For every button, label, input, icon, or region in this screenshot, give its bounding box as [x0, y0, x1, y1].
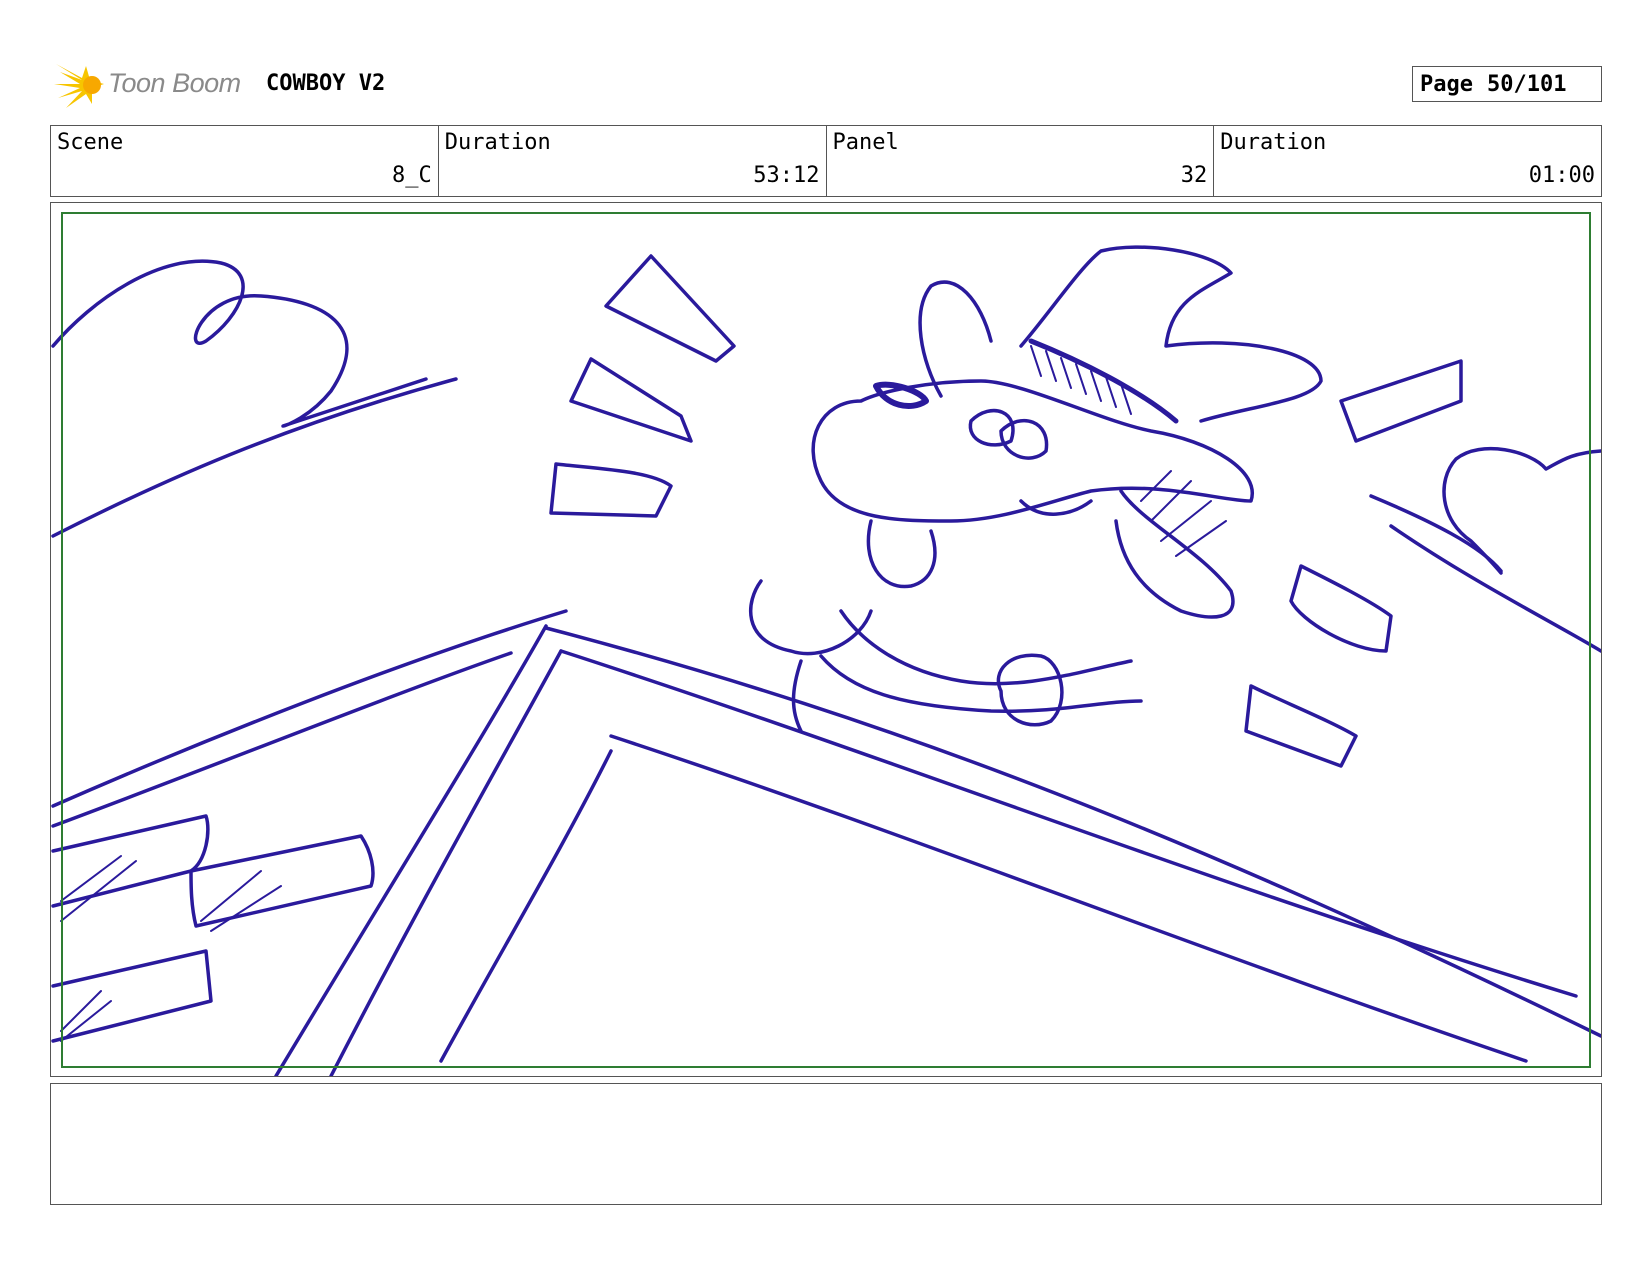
- panel-label: Panel: [832, 130, 899, 155]
- logo-text: Toon Boom: [108, 68, 241, 98]
- sketch-vent-hatch: [60, 855, 282, 1042]
- sketch-dash-6: [1244, 684, 1358, 768]
- page-indicator: Page 50/101: [1412, 66, 1602, 102]
- sketch-roof-edge-bottom: [609, 734, 1528, 1063]
- panel-value: 32: [1180, 163, 1208, 188]
- sketch-dash-2: [569, 357, 693, 443]
- scene-cell: Scene 8_C: [51, 126, 439, 196]
- page-value: 50/101: [1486, 71, 1567, 97]
- sketch-character-hat: [1019, 245, 1323, 423]
- sketch-roof-edge-left: [51, 609, 568, 808]
- sketch-vent-2: [189, 834, 375, 928]
- sketch-streak-right-2: [1389, 524, 1601, 653]
- panel-duration-cell: Duration 01:00: [1214, 126, 1601, 196]
- sketch-cloud-right: [1442, 446, 1601, 575]
- sketch-character-hand: [996, 653, 1064, 727]
- sketch-roof-edge-top-2: [559, 649, 1578, 998]
- sketch-dash-4: [1339, 359, 1463, 443]
- sketch-cloud-streak: [51, 377, 458, 538]
- sketch-character-hat-brim: [1028, 338, 1179, 424]
- starburst-icon: [54, 64, 104, 108]
- panel-duration-label: Duration: [1220, 130, 1327, 155]
- sketch-character-eye-right: [999, 419, 1049, 460]
- project-title: COWBOY V2: [266, 71, 386, 96]
- panel-cell: Panel 32: [827, 126, 1215, 196]
- sketch-character-ear: [918, 280, 993, 398]
- sketch-character-tongue: [866, 519, 937, 589]
- sketch-character-leg: [791, 659, 803, 733]
- scene-info-table: Scene 8_C Duration 53:12 Panel 32 Durati…: [50, 125, 1602, 197]
- sketch-hat-hatch: [1030, 345, 1227, 557]
- sketch-wall-left-1: [274, 624, 548, 1076]
- sketch-dash-1: [604, 254, 736, 363]
- sketch-character-jaw: [1114, 489, 1235, 619]
- sketch-roof-edge-top: [544, 626, 1601, 1038]
- sketch-character-head: [811, 379, 1255, 523]
- sketch-dash-5: [1289, 564, 1393, 653]
- scene-duration-label: Duration: [444, 130, 551, 155]
- sketch-drawing: [51, 245, 1601, 1076]
- sketch-character-body: [839, 609, 1133, 686]
- toon-boom-logo: Toon Boom: [52, 58, 252, 112]
- sketch-vent-1: [51, 814, 210, 908]
- storyboard-panel-image: [50, 202, 1602, 1077]
- panel-notes-box: [50, 1083, 1602, 1205]
- sketch-cloud-left: [51, 259, 428, 428]
- sketch-dash-3: [549, 462, 673, 518]
- sketch-character-nose: [873, 381, 929, 409]
- sketch-streak-right-1: [1369, 494, 1503, 573]
- panel-duration-value: 01:00: [1528, 163, 1595, 188]
- sketch-wall-left-3: [439, 749, 613, 1063]
- page-label: Page: [1420, 71, 1473, 97]
- sketch-wall-left-2: [329, 649, 563, 1076]
- scene-value: 8_C: [392, 163, 432, 188]
- sketch-character-smile: [1019, 499, 1093, 516]
- scene-duration-value: 53:12: [753, 163, 820, 188]
- scene-label: Scene: [57, 130, 124, 155]
- sketch-character-arm: [749, 579, 873, 656]
- scene-duration-cell: Duration 53:12: [439, 126, 827, 196]
